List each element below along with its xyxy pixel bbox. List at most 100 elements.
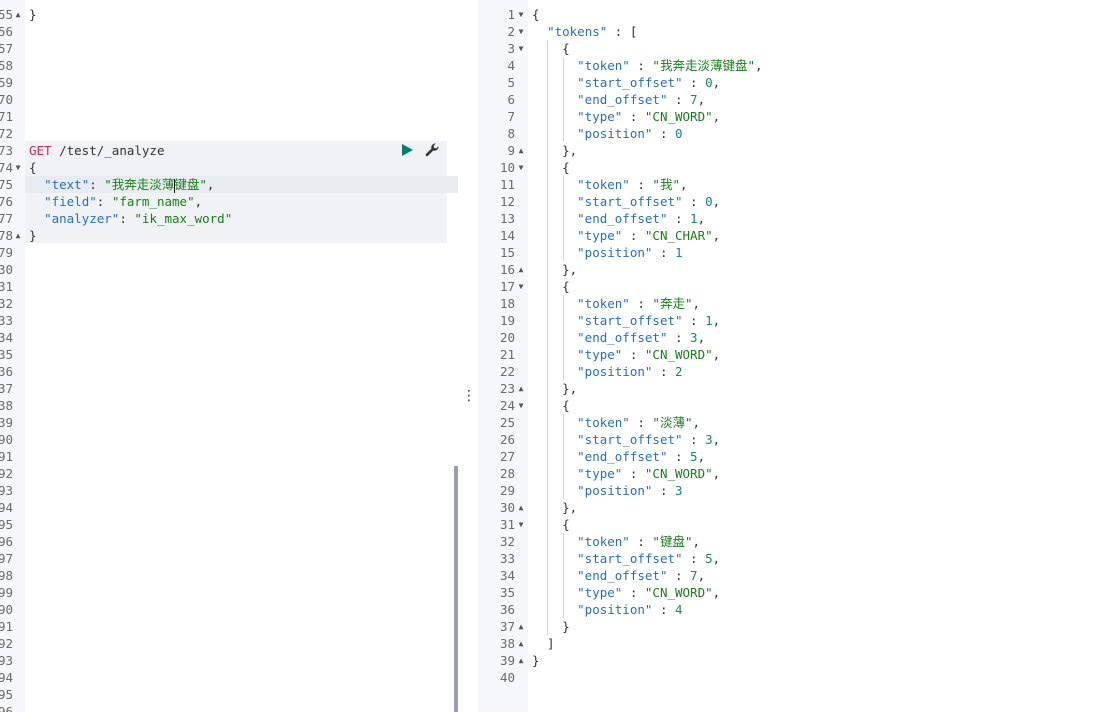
code-line[interactable]: 24 ▼ {	[478, 397, 1100, 414]
code-line[interactable]: 58	[0, 57, 458, 74]
code-line[interactable]: 35	[0, 346, 458, 363]
code-line[interactable]: 33 "start_offset" : 5,	[478, 550, 1100, 567]
code-line[interactable]: 95	[0, 686, 458, 703]
code-line[interactable]: 28 "type" : "CN_WORD",	[478, 465, 1100, 482]
code-line[interactable]: 6 "end_offset" : 7,	[478, 91, 1100, 108]
code-line[interactable]: 91	[0, 448, 458, 465]
caret-up-icon[interactable]: ▲	[13, 227, 23, 244]
code-line[interactable]: 4 "token" : "我奔走淡薄键盘",	[478, 57, 1100, 74]
code-line[interactable]: 8 "position" : 0	[478, 125, 1100, 142]
code-line[interactable]: 21 "type" : "CN_WORD",	[478, 346, 1100, 363]
code-line[interactable]: 2 ▼ "tokens" : [	[478, 23, 1100, 40]
code-line[interactable]: 91	[0, 618, 458, 635]
caret-down-icon[interactable]: ▼	[516, 6, 526, 23]
response-viewer[interactable]: 1 ▼{2 ▼ "tokens" : [3 ▼ {4 "token" : "我奔走淡薄…	[478, 0, 1100, 712]
code-line[interactable]: 26 "start_offset" : 3,	[478, 431, 1100, 448]
code-line[interactable]: 31 ▼ {	[478, 516, 1100, 533]
code-line[interactable]: 98	[0, 567, 458, 584]
code-line[interactable]: 27 "end_offset" : 5,	[478, 448, 1100, 465]
code-line[interactable]: 1 ▼ {	[478, 6, 1100, 23]
caret-up-icon[interactable]: ▲	[13, 6, 23, 23]
caret-down-icon[interactable]: ▼	[516, 516, 526, 533]
code-line[interactable]: 76 "field": "farm_name",	[0, 193, 458, 210]
code-line[interactable]: 9 ▲ },	[478, 142, 1100, 159]
code-line[interactable]: 7 "type" : "CN_WORD",	[478, 108, 1100, 125]
code-line[interactable]: 11 "token" : "我",	[478, 176, 1100, 193]
code-line[interactable]: 14 "type" : "CN_CHAR",	[478, 227, 1100, 244]
code-line[interactable]: 93	[0, 652, 458, 669]
code-line[interactable]: 77 "analyzer": "ik_max_word"	[0, 210, 458, 227]
vertical-dots-icon[interactable]: ⋮	[462, 388, 476, 404]
code-line[interactable]: 73 GET /test/_analyze	[0, 142, 458, 159]
code-line[interactable]: 12 "start_offset" : 0,	[478, 193, 1100, 210]
code-line[interactable]: 99	[0, 584, 458, 601]
code-line[interactable]: 59	[0, 74, 458, 91]
caret-down-icon[interactable]: ▼	[13, 159, 23, 176]
caret-down-icon[interactable]: ▼	[516, 397, 526, 414]
code-line[interactable]: 96	[0, 533, 458, 550]
code-line[interactable]: 3 ▼ {	[478, 40, 1100, 57]
code-line[interactable]: 94	[0, 669, 458, 686]
caret-up-icon[interactable]: ▲	[516, 618, 526, 635]
code-line[interactable]: 13 "end_offset" : 1,	[478, 210, 1100, 227]
code-line[interactable]: 32	[0, 295, 458, 312]
code-line[interactable]: 5 "start_offset" : 0,	[478, 74, 1100, 91]
caret-up-icon[interactable]: ▲	[516, 142, 526, 159]
code-line[interactable]: 71	[0, 108, 458, 125]
code-line[interactable]: 19 "start_offset" : 1,	[478, 312, 1100, 329]
code-line[interactable]: 94	[0, 499, 458, 516]
code-line[interactable]: 74 ▼ {	[0, 159, 458, 176]
caret-up-icon[interactable]: ▲	[516, 652, 526, 669]
code-line[interactable]: 96	[0, 703, 458, 712]
code-line[interactable]: 90	[0, 431, 458, 448]
code-line[interactable]: 18 "token" : "奔走",	[478, 295, 1100, 312]
code-line[interactable]: 78 ▲}	[0, 227, 458, 244]
pane-resizer[interactable]: ⋮	[458, 0, 478, 712]
caret-down-icon[interactable]: ▼	[516, 278, 526, 295]
code-line[interactable]: 37 ▲ }	[478, 618, 1100, 635]
caret-down-icon[interactable]: ▼	[516, 40, 526, 57]
wrench-icon[interactable]	[424, 142, 440, 158]
code-line[interactable]: 57	[0, 40, 458, 57]
code-line[interactable]: 95	[0, 516, 458, 533]
request-editor[interactable]: 55 ▲} 56 57 58 59 70 71 72 73 GET /test/_analyze 74…	[0, 0, 458, 712]
code-line[interactable]: 36	[0, 363, 458, 380]
caret-down-icon[interactable]: ▼	[516, 159, 526, 176]
code-line[interactable]: 37	[0, 380, 458, 397]
code-line[interactable]: 31	[0, 278, 458, 295]
caret-up-icon[interactable]: ▲	[516, 499, 526, 516]
code-line[interactable]: 39 ▲}	[478, 652, 1100, 669]
code-line[interactable]: 79	[0, 244, 458, 261]
code-line[interactable]: 55 ▲}	[0, 6, 458, 23]
code-line[interactable]: 97	[0, 550, 458, 567]
code-line[interactable]: 30 ▲ },	[478, 499, 1100, 516]
code-line[interactable]: 10 ▼ {	[478, 159, 1100, 176]
caret-down-icon[interactable]: ▼	[516, 23, 526, 40]
code-line[interactable]: 17 ▼ {	[478, 278, 1100, 295]
code-line[interactable]: 92	[0, 465, 458, 482]
code-line[interactable]: 32 "token" : "键盘",	[478, 533, 1100, 550]
code-line[interactable]: 33	[0, 312, 458, 329]
code-line[interactable]: 70	[0, 91, 458, 108]
caret-up-icon[interactable]: ▲	[516, 380, 526, 397]
code-line[interactable]: 56	[0, 23, 458, 40]
code-line[interactable]: 23 ▲ },	[478, 380, 1100, 397]
code-line[interactable]: 15 "position" : 1	[478, 244, 1100, 261]
code-line[interactable]: 25 "token" : "淡薄",	[478, 414, 1100, 431]
code-line[interactable]: 29 "position" : 3	[478, 482, 1100, 499]
code-line[interactable]: 75 "text": "我奔走淡薄键盘",	[0, 176, 458, 193]
code-line[interactable]: 39	[0, 414, 458, 431]
code-line[interactable]: 22 "position" : 2	[478, 363, 1100, 380]
code-line[interactable]: 36 "position" : 4	[478, 601, 1100, 618]
code-line[interactable]: 40	[478, 669, 1100, 686]
caret-up-icon[interactable]: ▲	[516, 635, 526, 652]
code-line[interactable]: 34 "end_offset" : 7,	[478, 567, 1100, 584]
play-icon[interactable]	[400, 143, 414, 157]
code-line[interactable]: 93	[0, 482, 458, 499]
request-code[interactable]: 55 ▲} 56 57 58 59 70 71 72 73 GET /test/_analyze 74…	[0, 6, 458, 712]
code-line[interactable]: 35 "type" : "CN_WORD",	[478, 584, 1100, 601]
code-line[interactable]: 30	[0, 261, 458, 278]
code-line[interactable]: 20 "end_offset" : 3,	[478, 329, 1100, 346]
code-line[interactable]: 72	[0, 125, 458, 142]
code-line[interactable]: 38	[0, 397, 458, 414]
